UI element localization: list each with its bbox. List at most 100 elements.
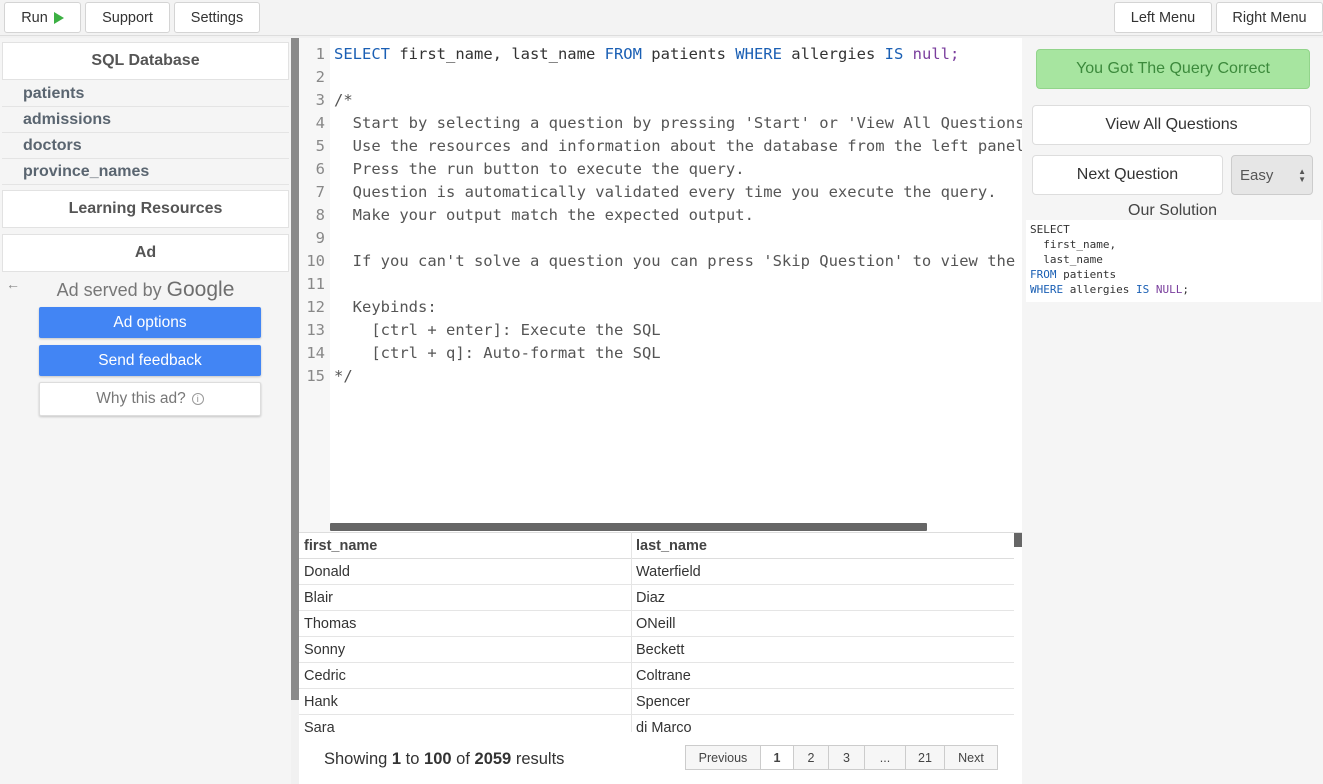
solution-line: FROM patients xyxy=(1030,267,1116,282)
next-question-button[interactable]: Next Question xyxy=(1032,155,1223,195)
pagination-page-2[interactable]: 2 xyxy=(793,745,829,770)
sql-editor[interactable]: 1 2 3 4 5 6 7 8 9 10 11 12 13 14 15 SELE… xyxy=(299,38,1022,532)
table-cell: Sonny xyxy=(299,637,631,663)
why-this-ad-label: Why this ad? xyxy=(96,390,186,407)
code-text: null; xyxy=(903,45,960,63)
table-cell: Hank xyxy=(299,689,631,715)
sql-keyword: WHERE xyxy=(735,45,782,63)
right-menu-button[interactable]: Right Menu xyxy=(1216,2,1323,33)
table-cell: Diaz xyxy=(631,585,1014,611)
google-logo: Google xyxy=(166,278,235,301)
line-number: 9 xyxy=(315,229,325,247)
table-cell: Coltrane xyxy=(631,663,1014,689)
code-line: [ctrl + q]: Auto-format the SQL xyxy=(334,344,661,362)
pagination-page-21[interactable]: 21 xyxy=(905,745,945,770)
sql-keyword: FROM xyxy=(604,45,642,63)
sql-keyword: WHERE xyxy=(1030,283,1064,296)
line-number: 5 xyxy=(315,137,325,155)
learning-resources-header[interactable]: Learning Resources xyxy=(2,190,289,228)
ad-served-text: Ad served by xyxy=(56,280,162,300)
info-icon: i xyxy=(191,393,204,405)
pagination-ellipsis: ... xyxy=(864,745,906,770)
table-cell: Thomas xyxy=(299,611,631,637)
sql-keyword: SELECT xyxy=(334,45,390,63)
panel-divider[interactable] xyxy=(291,38,299,700)
line-number: 11 xyxy=(306,275,325,293)
code-line: Keybinds: xyxy=(334,298,437,316)
sql-keyword: FROM xyxy=(1030,268,1057,281)
pagination-previous[interactable]: Previous xyxy=(685,745,761,770)
settings-button[interactable]: Settings xyxy=(174,2,260,33)
line-number: 10 xyxy=(306,252,325,270)
solution-line: SELECT xyxy=(1030,223,1070,236)
run-button[interactable]: Run xyxy=(4,2,81,33)
line-number: 14 xyxy=(306,344,325,362)
difficulty-select[interactable]: Easy ▲ ▼ xyxy=(1231,155,1313,195)
pagination-page-1[interactable]: 1 xyxy=(760,745,794,770)
code-line: Make your output match the expected outp… xyxy=(334,206,754,224)
summary-from: 1 xyxy=(391,750,402,768)
table-cell: Cedric xyxy=(299,663,631,689)
code-line: */ xyxy=(334,367,353,385)
line-gutter: 1 2 3 4 5 6 7 8 9 10 11 12 13 14 15 xyxy=(299,38,330,532)
sql-keyword: IS xyxy=(1135,283,1150,296)
table-item-admissions[interactable]: admissions xyxy=(2,107,289,133)
table-item-patients[interactable]: patients xyxy=(2,81,289,107)
ad-options-button[interactable]: Ad options xyxy=(39,307,261,338)
column-header-first-name[interactable]: first_name xyxy=(299,533,631,559)
line-number: 8 xyxy=(315,206,325,224)
code-line: Start by selecting a question by pressin… xyxy=(334,114,1022,132)
select-arrows-icon: ▲ ▼ xyxy=(1298,167,1306,184)
summary-text: results xyxy=(515,750,565,768)
solution-line: WHERE allergies IS NULL; xyxy=(1030,282,1189,297)
pagination-next[interactable]: Next xyxy=(944,745,998,770)
support-button[interactable]: Support xyxy=(85,2,170,33)
left-menu-button[interactable]: Left Menu xyxy=(1114,2,1212,33)
results-summary: Showing 1 to 100 of 2059 results xyxy=(324,750,564,769)
vertical-scrollbar[interactable] xyxy=(1014,533,1022,547)
code-line-1: SELECT first_name, last_name FROM patien… xyxy=(334,43,959,66)
table-cell: ONeill xyxy=(631,611,1014,637)
table-cell: Donald xyxy=(299,559,631,585)
line-number: 7 xyxy=(315,183,325,201)
code-text: ; xyxy=(1182,283,1189,296)
code-line: If you can't solve a question you can pr… xyxy=(334,252,1016,270)
line-number: 2 xyxy=(315,68,325,86)
table-cell: Blair xyxy=(299,585,631,611)
column-header-last-name[interactable]: last_name xyxy=(631,533,1014,559)
pagination-page-3[interactable]: 3 xyxy=(828,745,865,770)
solution-code-box: SELECT first_name, last_name FROM patien… xyxy=(1026,220,1321,302)
table-item-province-names[interactable]: province_names xyxy=(2,159,289,185)
line-number: 6 xyxy=(315,160,325,178)
line-number: 13 xyxy=(306,321,325,339)
why-this-ad-button[interactable]: Why this ad? i xyxy=(39,382,261,416)
code-line: Use the resources and information about … xyxy=(334,137,1022,155)
run-label: Run xyxy=(21,9,48,26)
code-line: /* xyxy=(334,91,353,109)
sql-database-header[interactable]: SQL Database xyxy=(2,42,289,80)
summary-total: 2059 xyxy=(474,750,512,768)
ad-header: Ad xyxy=(2,234,289,272)
code-line: Question is automatically validated ever… xyxy=(334,183,997,201)
line-number: 15 xyxy=(306,367,325,385)
send-feedback-button[interactable]: Send feedback xyxy=(39,345,261,376)
difficulty-value: Easy xyxy=(1240,166,1274,184)
code-text: first_name, last_name xyxy=(390,45,605,63)
code-text: allergies xyxy=(1063,283,1136,296)
summary-to: 100 xyxy=(424,750,452,768)
line-number: 4 xyxy=(315,114,325,132)
summary-text: Showing xyxy=(324,750,388,768)
table-item-doctors[interactable]: doctors xyxy=(2,133,289,159)
code-text: allergies xyxy=(781,45,885,63)
query-correct-banner: You Got The Query Correct xyxy=(1036,49,1310,89)
code-text: patients xyxy=(1056,268,1117,281)
summary-text: to xyxy=(405,750,420,768)
horizontal-scrollbar[interactable] xyxy=(330,523,927,531)
view-all-questions-button[interactable]: View All Questions xyxy=(1032,105,1311,145)
play-icon xyxy=(53,11,64,24)
ad-served-by: Ad served by Google xyxy=(0,278,291,302)
code-line: [ctrl + enter]: Execute the SQL xyxy=(334,321,661,339)
sql-keyword: IS xyxy=(884,45,904,63)
right-panel xyxy=(1022,38,1323,784)
table-cell: Waterfield xyxy=(631,559,1014,585)
